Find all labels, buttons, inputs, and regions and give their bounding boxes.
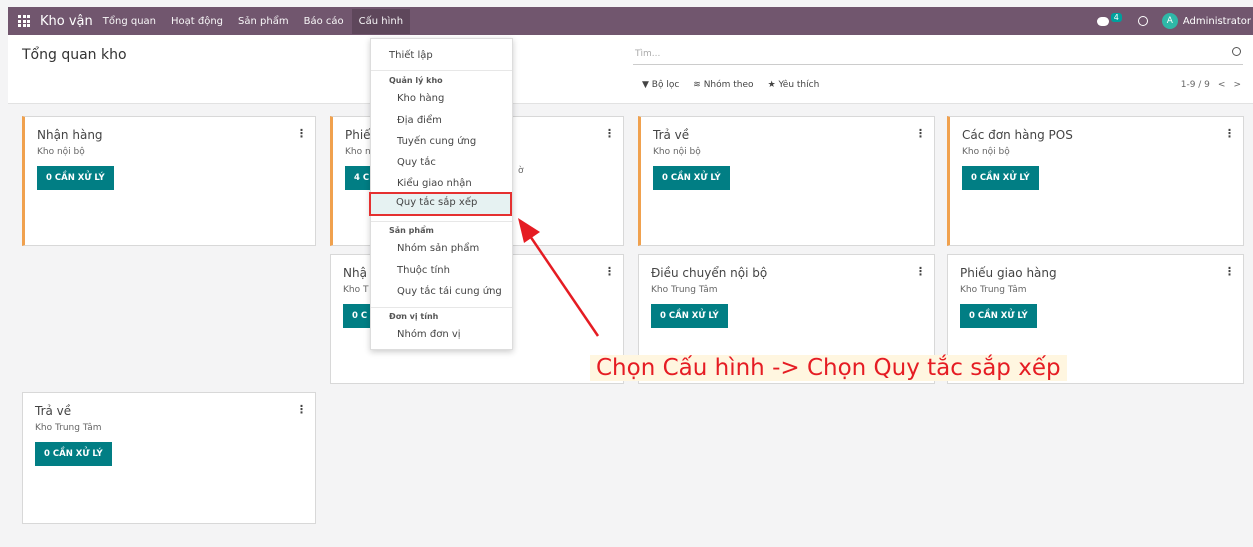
- menu-configuration[interactable]: Cấu hình: [351, 8, 411, 34]
- app-title[interactable]: Kho vận: [40, 14, 93, 29]
- to-process-button[interactable]: 0 CẦN XỬ LÝ: [37, 166, 114, 190]
- kebab-menu-icon[interactable]: ⋮: [1224, 265, 1235, 278]
- kebab-menu-icon[interactable]: ⋮: [296, 127, 307, 140]
- screen: Kho vận Tổng quan Hoạt động Sản phẩm Báo…: [0, 0, 1253, 547]
- to-process-button[interactable]: 0 CẦN XỬ LÝ: [960, 304, 1037, 328]
- page-title: Tổng quan kho: [22, 47, 127, 63]
- card-title[interactable]: Điều chuyển nội bộ: [651, 266, 767, 280]
- section-header-products: Sản phẩm: [389, 226, 434, 235]
- search-input[interactable]: Tìm...: [633, 47, 1243, 65]
- card-subtitle: Kho Trung Tâm: [651, 285, 718, 295]
- card-title[interactable]: Các đơn hàng POS: [962, 128, 1073, 142]
- card-subtitle: Kho Trung Tâm: [35, 423, 102, 433]
- menu-operations[interactable]: Hoạt động: [171, 16, 223, 27]
- user-name[interactable]: Administrator: [1183, 16, 1251, 27]
- card-extra-text: ờ: [518, 166, 524, 176]
- menu-item-settings[interactable]: Thiết lập: [389, 46, 433, 66]
- avatar[interactable]: A: [1161, 13, 1178, 29]
- favorites-label: Yêu thích: [778, 80, 820, 90]
- card-title[interactable]: Nhậ: [343, 266, 367, 280]
- menu-item-attributes[interactable]: Thuộc tính: [397, 261, 450, 281]
- menu-divider: [371, 221, 512, 222]
- group-by-button[interactable]: ≋ Nhóm theo: [693, 80, 753, 90]
- kebab-menu-icon[interactable]: ⋮: [604, 127, 615, 140]
- to-process-button[interactable]: 0 CẦN XỬ LÝ: [962, 166, 1039, 190]
- card-subtitle: Kho nội bộ: [653, 147, 701, 157]
- navbar-right: 4 A Administrator: [1096, 7, 1253, 35]
- chat-count-badge: 4: [1110, 12, 1122, 22]
- card-subtitle: Kho T: [343, 285, 369, 295]
- menu-item-putaway-label: Quy tắc sắp xếp: [396, 197, 478, 208]
- filter-label: Bộ lọc: [651, 80, 680, 90]
- card-title[interactable]: Trả về: [35, 404, 71, 418]
- top-navbar: Kho vận Tổng quan Hoạt động Sản phẩm Báo…: [8, 7, 1253, 35]
- chat-icon[interactable]: [1096, 16, 1109, 26]
- to-process-button[interactable]: 0 CẦN XỬ LÝ: [35, 442, 112, 466]
- menu-reporting[interactable]: Báo cáo: [304, 16, 344, 27]
- section-header-uom: Đơn vị tính: [389, 312, 439, 321]
- card-title[interactable]: Phiếu giao hàng: [960, 266, 1057, 280]
- activity-clock-icon[interactable]: [1137, 16, 1148, 26]
- menu-item-routes[interactable]: Tuyến cung ứng: [397, 132, 476, 152]
- apps-grid-icon[interactable]: [18, 15, 30, 27]
- to-process-button[interactable]: 0 CẦN XỬ LÝ: [653, 166, 730, 190]
- card-receipts[interactable]: Nhận hàng Kho nội bộ ⋮ 0 CẦN XỬ LÝ: [22, 116, 316, 246]
- menu-item-rules[interactable]: Quy tắc: [397, 153, 436, 173]
- card-subtitle: Kho Trung Tâm: [960, 285, 1027, 295]
- kebab-menu-icon[interactable]: ⋮: [1224, 127, 1235, 140]
- menu-item-locations[interactable]: Địa điểm: [397, 111, 442, 131]
- filter-button[interactable]: ▼ Bộ lọc: [642, 80, 679, 90]
- menu-products[interactable]: Sản phẩm: [238, 16, 289, 27]
- card-returns-central[interactable]: Trả về Kho Trung Tâm ⋮ 0 CẦN XỬ LÝ: [22, 392, 316, 524]
- pager-prev-icon[interactable]: <: [1218, 80, 1226, 90]
- menu-divider: [371, 70, 512, 71]
- favorites-button[interactable]: ★ Yêu thích: [768, 80, 820, 90]
- kebab-menu-icon[interactable]: ⋮: [296, 403, 307, 416]
- pager-next-icon[interactable]: >: [1233, 80, 1241, 90]
- menu-item-warehouses[interactable]: Kho hàng: [397, 89, 444, 109]
- menu-item-uom-categories[interactable]: Nhóm đơn vị: [397, 325, 461, 345]
- menu-item-replenishment[interactable]: Quy tắc tái cung ứng: [397, 282, 502, 302]
- card-title[interactable]: Nhận hàng: [37, 128, 103, 142]
- card-subtitle: Kho n: [345, 147, 371, 157]
- menu-overview[interactable]: Tổng quan: [103, 16, 156, 27]
- to-process-button[interactable]: 0 CẦN XỬ LÝ: [651, 304, 728, 328]
- card-subtitle: Kho nội bộ: [962, 147, 1010, 157]
- pager-value[interactable]: 1-9 / 9: [1181, 80, 1210, 90]
- card-title[interactable]: Phiế: [345, 128, 371, 142]
- card-subtitle: Kho nội bộ: [37, 147, 85, 157]
- group-by-label: Nhóm theo: [703, 80, 754, 90]
- card-pos-orders[interactable]: Các đơn hàng POS Kho nội bộ ⋮ 0 CẦN XỬ L…: [947, 116, 1244, 246]
- search-options: ▼ Bộ lọc ≋ Nhóm theo ★ Yêu thích: [642, 80, 819, 90]
- control-panel: Tổng quan kho Tìm... ▼ Bộ lọc ≋ Nhóm the…: [8, 35, 1253, 104]
- search-placeholder: Tìm...: [635, 49, 661, 59]
- section-header-warehouse: Quản lý kho: [389, 76, 443, 85]
- annotation-text: Chọn Cấu hình -> Chọn Quy tắc sắp xếp: [590, 355, 1067, 381]
- kebab-menu-icon[interactable]: ⋮: [604, 265, 615, 278]
- menu-item-operation-types[interactable]: Kiểu giao nhận: [397, 174, 472, 194]
- menu-item-product-categories[interactable]: Nhóm sản phẩm: [397, 239, 479, 259]
- kebab-menu-icon[interactable]: ⋮: [915, 265, 926, 278]
- pager: 1-9 / 9 < >: [1181, 80, 1241, 90]
- card-title[interactable]: Trả về: [653, 128, 689, 142]
- menu-item-putaway-rules[interactable]: Quy tắc sắp xếp: [369, 192, 512, 216]
- menu-divider: [371, 307, 512, 308]
- kebab-menu-icon[interactable]: ⋮: [915, 127, 926, 140]
- card-returns-internal[interactable]: Trả về Kho nội bộ ⋮ 0 CẦN XỬ LÝ: [638, 116, 935, 246]
- search-icon[interactable]: [1232, 47, 1241, 56]
